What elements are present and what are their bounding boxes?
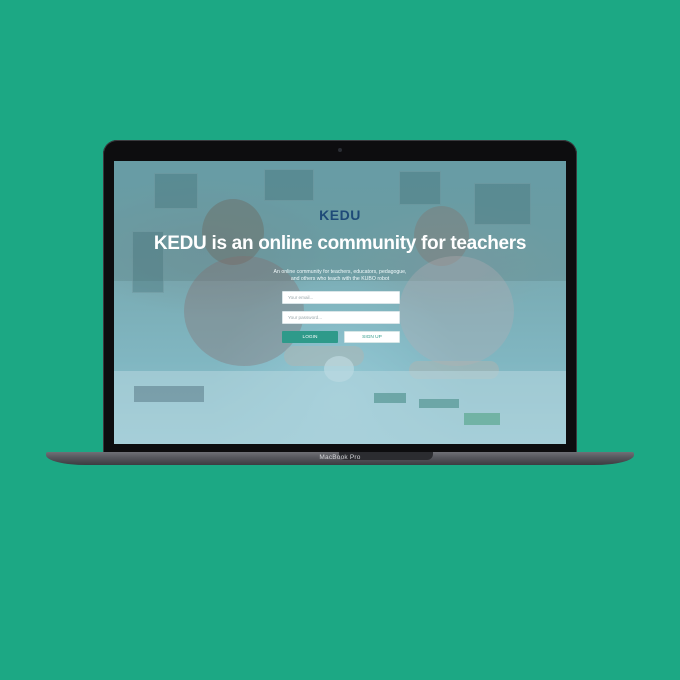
signup-button[interactable]: SIGN UP — [344, 331, 400, 343]
landing-page: KEDU KEDU is an online community for tea… — [114, 161, 566, 444]
camera-dot — [338, 148, 342, 152]
subtitle-line-1: An online community for teachers, educat… — [273, 269, 407, 275]
subtitle-line-2: and others who teach with the KUBO robot — [290, 276, 390, 282]
kedu-logo[interactable]: KEDU — [114, 207, 566, 223]
device-label: MacBook Pro — [319, 454, 361, 461]
password-input[interactable] — [282, 311, 400, 324]
email-input[interactable] — [282, 291, 400, 304]
page-subtitle: An online community for teachers, educat… — [114, 269, 566, 283]
page-headline: KEDU is an online community for teachers — [153, 233, 527, 254]
laptop-screen: KEDU KEDU is an online community for tea… — [114, 161, 566, 444]
laptop-lid: KEDU KEDU is an online community for tea… — [103, 140, 577, 454]
login-button[interactable]: LOGIN — [282, 331, 338, 343]
